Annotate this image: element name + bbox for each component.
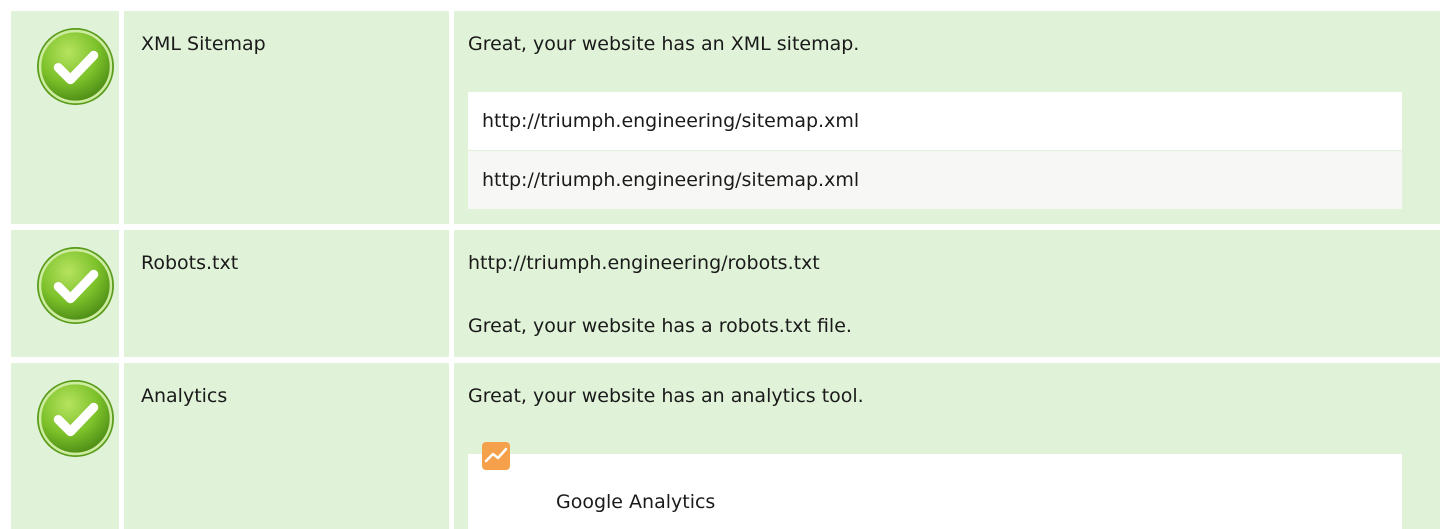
check-name-cell: Robots.txt	[124, 230, 449, 357]
analytics-tool-item: Google Analytics	[468, 442, 1402, 529]
check-circle-icon	[37, 247, 114, 324]
result-message: Great, your website has an XML sitemap.	[468, 33, 860, 55]
sitemap-url-list: http://triumph.engineering/sitemap.xml h…	[468, 92, 1402, 209]
check-label: Analytics	[141, 385, 228, 407]
check-result-cell: http://triumph.engineering/robots.txt Gr…	[454, 230, 1440, 357]
check-result-cell: Great, your website has an XML sitemap. …	[454, 11, 1440, 224]
analytics-tool-name: Google Analytics	[556, 491, 716, 513]
seo-results-table: XML Sitemap Great, your website has an X…	[0, 0, 1440, 529]
check-result-cell: Great, your website has an analytics too…	[454, 363, 1440, 529]
list-item[interactable]: http://triumph.engineering/sitemap.xml	[468, 92, 1402, 150]
sitemap-url[interactable]: http://triumph.engineering/sitemap.xml	[482, 108, 859, 134]
result-message: Great, your website has a robots.txt fil…	[468, 315, 852, 337]
status-cell	[11, 363, 119, 529]
check-name-cell: XML Sitemap	[124, 11, 449, 224]
check-circle-icon	[37, 28, 114, 105]
google-analytics-icon	[482, 442, 510, 470]
sitemap-url[interactable]: http://triumph.engineering/sitemap.xml	[482, 167, 859, 193]
check-name-cell: Analytics	[124, 363, 449, 529]
check-label: XML Sitemap	[141, 33, 266, 55]
result-row-robots-txt: Robots.txt http://triumph.engineering/ro…	[0, 230, 1440, 357]
result-row-xml-sitemap: XML Sitemap Great, your website has an X…	[0, 11, 1440, 224]
check-circle-icon	[37, 380, 114, 457]
result-row-analytics: Analytics Great, your website has an ana…	[0, 363, 1440, 529]
check-label: Robots.txt	[141, 252, 239, 274]
status-cell	[11, 230, 119, 357]
result-message: Great, your website has an analytics too…	[468, 385, 864, 407]
list-item[interactable]: http://triumph.engineering/sitemap.xml	[468, 151, 1402, 209]
status-cell	[11, 11, 119, 224]
robots-url[interactable]: http://triumph.engineering/robots.txt	[468, 250, 820, 276]
